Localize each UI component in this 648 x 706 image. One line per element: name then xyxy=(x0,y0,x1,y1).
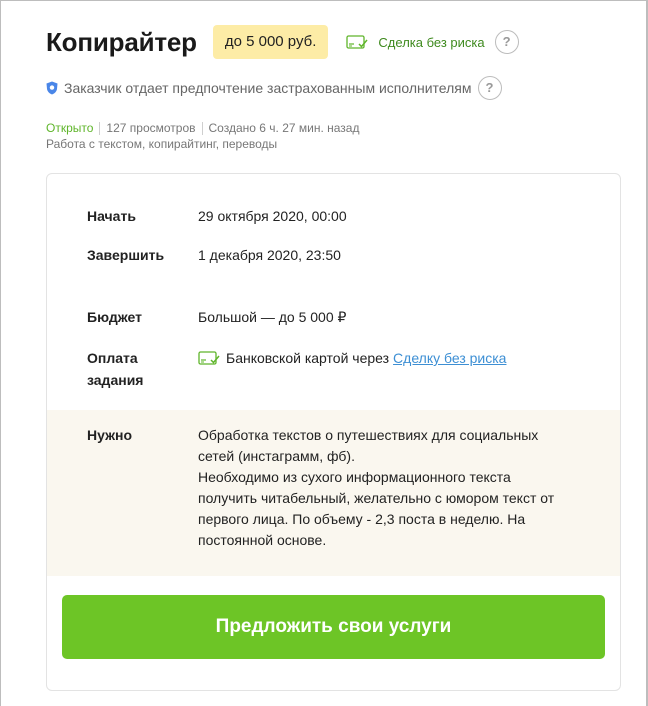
budget-value: Большой — до 5 000 ₽ xyxy=(198,309,347,325)
project-details-card: Начать 29 октября 2020, 00:00 Завершить … xyxy=(46,173,621,691)
created-time: Создано 6 ч. 27 мин. назад xyxy=(208,121,360,135)
price-badge: до 5 000 руб. xyxy=(212,25,329,59)
card-check-icon xyxy=(198,350,220,365)
end-value: 1 декабря 2020, 23:50 xyxy=(198,247,341,263)
categories[interactable]: Работа с текстом, копирайтинг, переводы xyxy=(46,137,277,151)
need-label: Нужно xyxy=(87,427,133,443)
divider xyxy=(99,121,101,135)
need-line: Обработка текстов о путешествиях для соц… xyxy=(198,427,539,443)
need-description: Обработка текстов о путешествиях для соц… xyxy=(198,425,554,551)
card-check-icon xyxy=(346,34,368,49)
payment-value: Банковской картой через Сделку без риска xyxy=(198,347,506,369)
header: Копирайтер до 5 000 руб. Сделка без риск… xyxy=(46,24,519,60)
help-icon[interactable]: ? xyxy=(494,30,519,54)
need-line: Необходимо из сухого информационного тек… xyxy=(198,469,511,485)
need-line: постоянной основе. xyxy=(198,532,327,548)
need-line: сетей (инстаграмм, фб). xyxy=(198,448,355,464)
budget-label: Бюджет xyxy=(87,309,142,325)
divider xyxy=(201,121,203,135)
safe-deal-label: Сделка без риска xyxy=(378,34,485,50)
page-title: Копирайтер xyxy=(46,26,197,57)
status-badge: Открыто xyxy=(46,121,94,135)
need-section: Нужно Обработка текстов о путешествиях д… xyxy=(47,410,620,576)
safe-deal-link[interactable]: Сделку без риска xyxy=(393,347,506,369)
preference-help-icon[interactable]: ? xyxy=(477,76,502,100)
offer-services-button[interactable]: Предложить свои услуги xyxy=(62,595,605,659)
safe-deal-badge[interactable]: Сделка без риска xyxy=(346,34,485,50)
views-count: 127 просмотров xyxy=(106,121,196,135)
need-line: получить читабельный, желательно с юморо… xyxy=(198,490,555,506)
preference-text: Заказчик отдает предпочтение застрахован… xyxy=(64,80,472,96)
end-label: Завершить xyxy=(87,247,165,263)
payment-label: Оплата задания xyxy=(87,347,143,391)
payment-text: Банковской картой через xyxy=(226,350,390,366)
start-value: 29 октября 2020, 00:00 xyxy=(198,208,347,224)
insurance-preference: Заказчик отдает предпочтение застрахован… xyxy=(46,76,502,100)
start-label: Начать xyxy=(87,208,136,224)
shield-icon xyxy=(46,81,58,95)
payment-label-line1: Оплата xyxy=(87,350,138,366)
project-meta: Открыто 127 просмотров Создано 6 ч. 27 м… xyxy=(46,121,359,135)
need-line: первого лица. По объему - 2,3 поста в не… xyxy=(198,511,526,527)
payment-label-line2: задания xyxy=(87,372,144,388)
